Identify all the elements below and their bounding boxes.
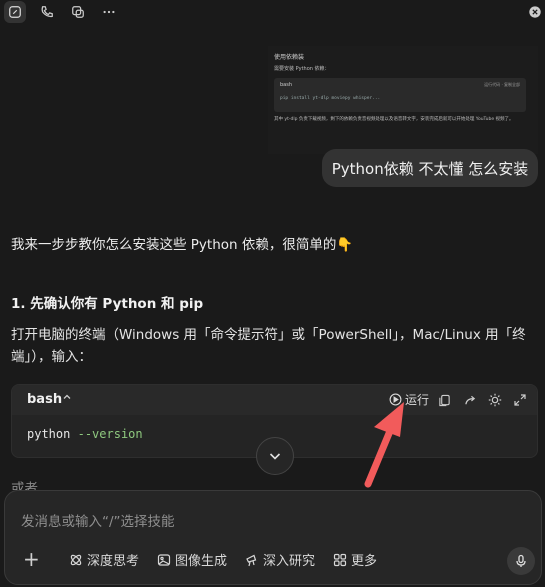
image-icon: [157, 553, 171, 566]
research-label: 深入研究: [263, 554, 316, 569]
screenshot-code-line: pip install yt-dlp moviepy whisper...: [280, 96, 381, 101]
code-content: python --version: [27, 427, 143, 441]
code-command: python: [27, 427, 71, 441]
attached-screenshot[interactable]: 使用依赖装 需要安装 Python 依赖： bash 运行代码 · 复制全部 p…: [268, 46, 538, 154]
screenshot-code-lang: bash: [280, 82, 293, 88]
user-message-bubble: Python依赖 不太懂 怎么安装: [322, 149, 538, 187]
input-toolbar: + 深度思考 图像生成 深入研究 更多: [5, 547, 541, 575]
more-label: 更多: [351, 554, 378, 569]
run-button[interactable]: 运行: [389, 391, 429, 408]
image-gen-button[interactable]: 图像生成: [157, 550, 227, 569]
screenshot-code-block: bash 运行代码 · 复制全部 pip install yt-dlp movi…: [274, 78, 526, 112]
expand-icon[interactable]: [512, 392, 528, 408]
deep-think-icon: [70, 554, 82, 565]
voice-input-button[interactable]: [507, 547, 535, 575]
research-button[interactable]: 深入研究: [245, 550, 315, 569]
message-input[interactable]: 发消息或输入“/”选择技能: [21, 510, 175, 530]
compose-icon[interactable]: [4, 1, 26, 23]
copy-icon[interactable]: [67, 1, 89, 23]
screenshot-subtext: 需要安装 Python 依赖：: [274, 66, 330, 72]
code-block-header: bash 运行: [12, 385, 537, 415]
run-label: 运行: [405, 393, 430, 407]
deep-think-button[interactable]: 深度思考: [69, 550, 139, 569]
message-input-panel: 发消息或输入“/”选择技能 + 深度思考 图像生成 深入研究 更多: [4, 490, 542, 585]
theme-sun-icon[interactable]: [487, 392, 503, 408]
chevron-down-icon: [269, 453, 281, 460]
phone-icon[interactable]: [36, 1, 58, 23]
image-gen-label: 图像生成: [175, 554, 228, 569]
share-icon[interactable]: [462, 392, 478, 408]
more-button[interactable]: 更多: [333, 550, 377, 569]
deep-think-label: 深度思考: [87, 554, 140, 569]
assistant-intro: 我来一步步教你怎么安装这些 Python 依赖，很简单的👇: [11, 237, 354, 253]
screenshot-code-actions: 运行代码 · 复制全部: [484, 82, 520, 87]
research-icon: [246, 554, 257, 566]
code-flag: --version: [77, 427, 143, 441]
more-icon[interactable]: [98, 1, 120, 23]
screenshot-paragraph: 其中 yt-dlp 负责下载视频，剩下的依赖负责音视频处理以及语音转文字，安装完…: [274, 117, 514, 122]
microphone-icon: [516, 554, 526, 567]
step-title: 1. 先确认你有 Python 和 pip: [11, 296, 204, 312]
scroll-down-button[interactable]: [256, 437, 294, 475]
screenshot-heading: 使用依赖装: [274, 54, 305, 61]
step-paragraph: 打开电脑的终端（Windows 用「命令提示符」或「PowerShell」，Ma…: [11, 327, 526, 365]
code-language: bash: [27, 392, 63, 407]
add-attachment-button[interactable]: +: [23, 549, 40, 569]
copy-code-icon[interactable]: [436, 392, 452, 408]
play-icon: [389, 393, 402, 406]
top-toolbar: [0, 0, 545, 24]
collapse-icon[interactable]: [62, 392, 72, 405]
grid-icon: [333, 553, 347, 566]
close-icon[interactable]: [524, 1, 545, 23]
